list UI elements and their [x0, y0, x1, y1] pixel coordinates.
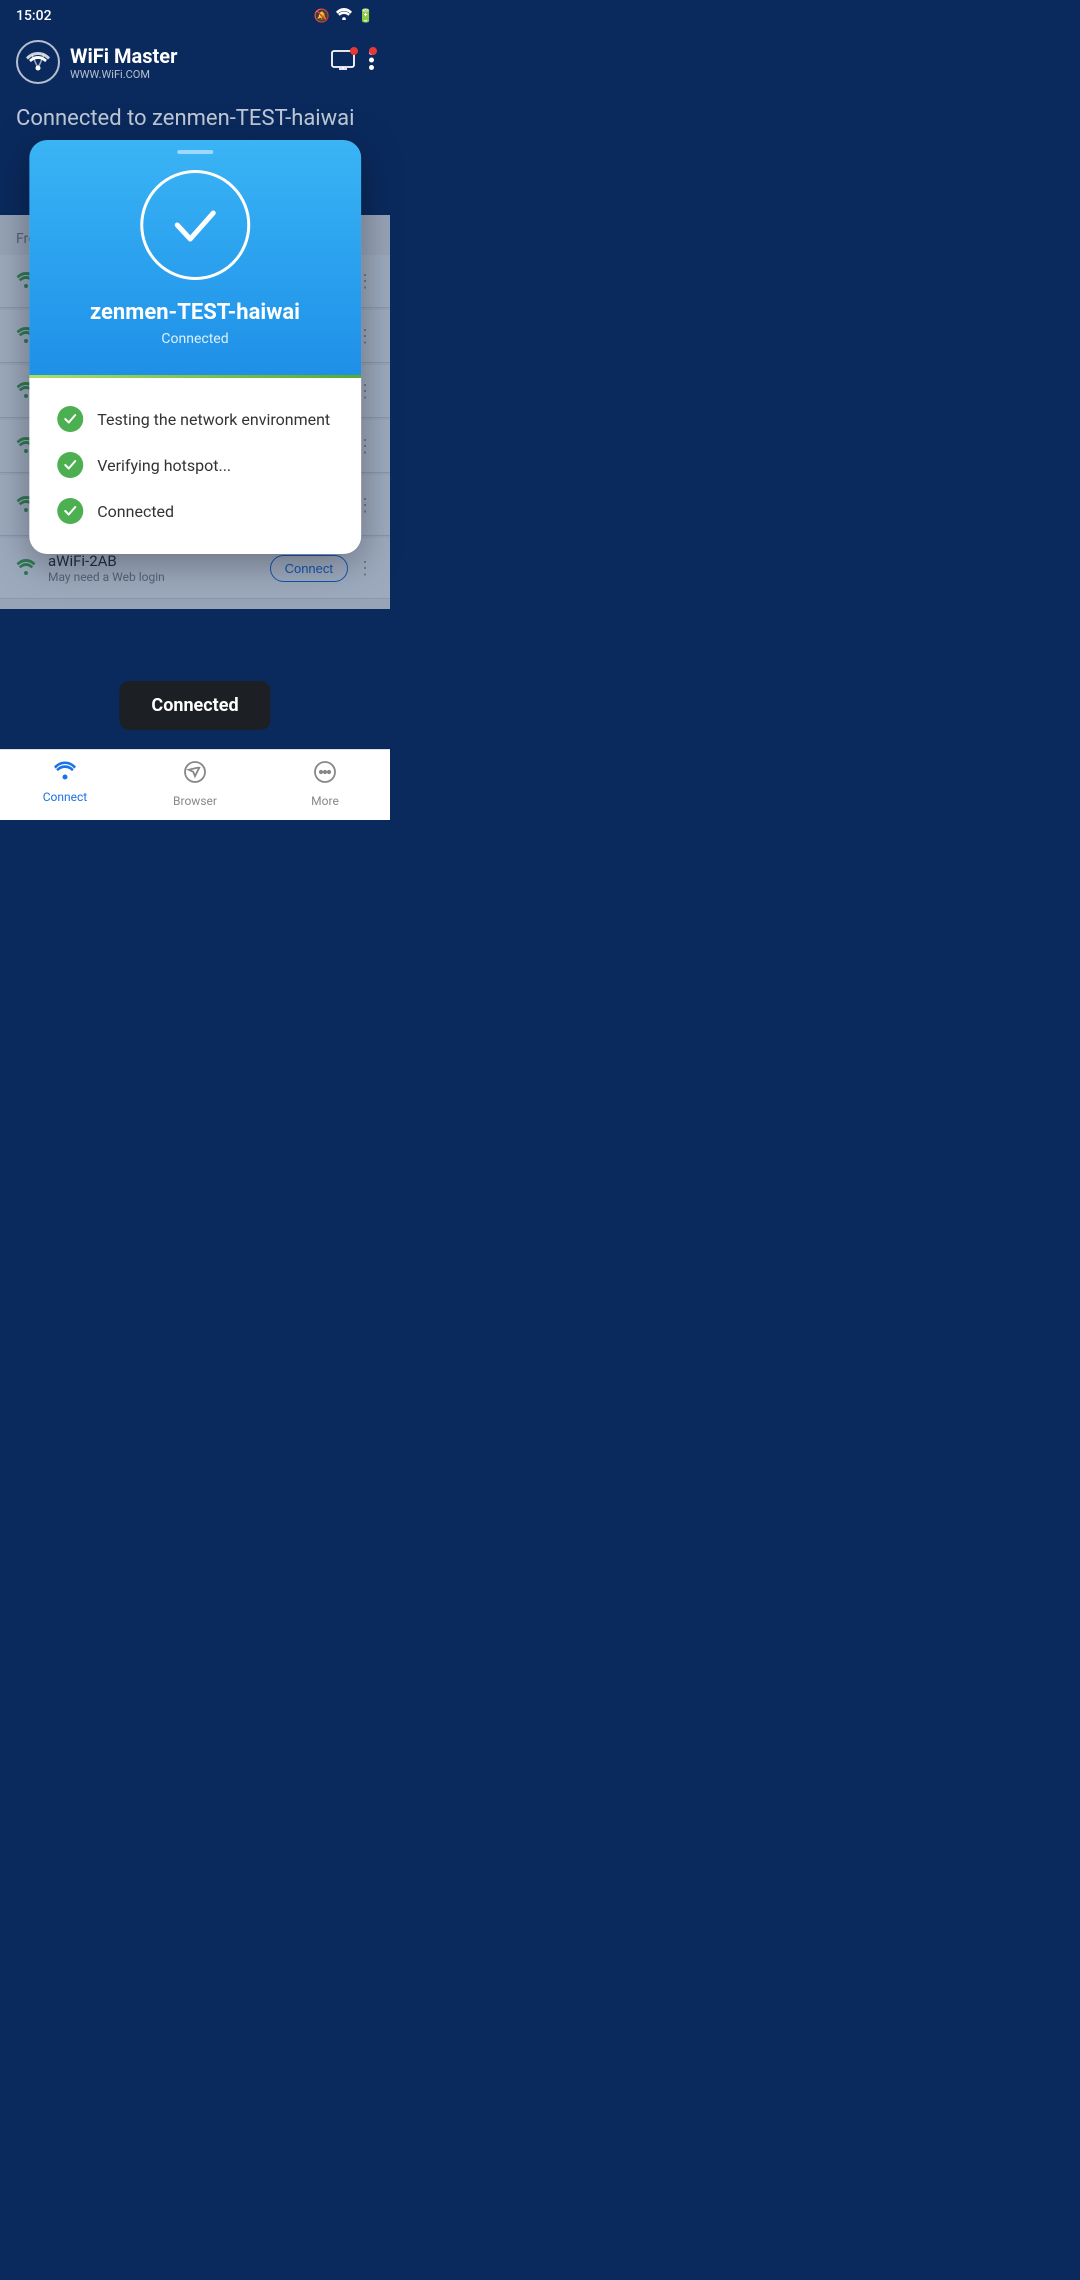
modal-bottom: Testing the network environment Verifyin…	[29, 378, 361, 554]
connected-banner-text: Connected to zenmen-TEST-haiwai	[16, 106, 355, 131]
nav-label-browser: Browser	[173, 794, 217, 808]
screencast-icon[interactable]	[331, 50, 355, 75]
nav-label-more: More	[311, 794, 339, 808]
modal-drag-handle[interactable]	[177, 150, 213, 154]
wifi-status-icon	[336, 8, 352, 24]
more-nav-icon	[313, 760, 337, 790]
check-icon-2	[57, 452, 83, 478]
app-header-right	[331, 50, 374, 75]
bottom-nav: Connect Browser More	[0, 749, 390, 820]
checkmark-circle	[140, 170, 250, 280]
nav-label-connect: Connect	[43, 790, 87, 804]
status-icons: 🔕 🔋	[314, 8, 374, 24]
app-title-block: WiFi Master WWW.WiFi.COM	[70, 44, 177, 81]
wifi-nav-icon	[53, 760, 77, 786]
status-bar: 15:02 🔕 🔋	[0, 0, 390, 32]
status-time: 15:02	[16, 8, 52, 24]
app-subtitle: WWW.WiFi.COM	[70, 68, 177, 81]
app-header: WiFi Master WWW.WiFi.COM	[0, 32, 390, 96]
modal-connected-status: Connected	[161, 331, 228, 347]
toast-label: Connected	[151, 695, 238, 716]
wifi-signal-awifi	[16, 556, 36, 580]
more-vert-icon[interactable]	[369, 50, 374, 75]
app-header-left: WiFi Master WWW.WiFi.COM	[16, 40, 177, 84]
check-label-3: Connected	[97, 502, 174, 521]
connected-toast: Connected	[119, 681, 270, 730]
modal-top: zenmen-TEST-haiwai Connected	[29, 140, 361, 375]
compass-nav-icon	[183, 760, 207, 790]
connection-modal: zenmen-TEST-haiwai Connected Testing the…	[29, 140, 361, 554]
check-label-2: Verifying hotspot...	[97, 456, 231, 475]
wifi-name-awifi: aWiFi-2AB	[48, 552, 270, 570]
check-label-1: Testing the network environment	[97, 410, 330, 429]
nav-item-browser[interactable]: Browser	[130, 750, 260, 820]
check-icon-1	[57, 406, 83, 432]
check-item-2: Verifying hotspot...	[57, 452, 333, 478]
check-item-1: Testing the network environment	[57, 406, 333, 432]
check-item-3: Connected	[57, 498, 333, 524]
app-logo	[16, 40, 60, 84]
nav-item-connect[interactable]: Connect	[0, 750, 130, 820]
three-dot-awifi[interactable]: ⋮	[356, 558, 374, 579]
app-title: WiFi Master	[70, 44, 177, 68]
check-icon-3	[57, 498, 83, 524]
modal-network-name: zenmen-TEST-haiwai	[90, 300, 300, 325]
connect-button-awifi[interactable]: Connect	[270, 555, 348, 582]
battery-icon: 🔋	[358, 9, 374, 24]
nav-item-more[interactable]: More	[260, 750, 390, 820]
wifi-sub-awifi: May need a Web login	[48, 570, 270, 584]
vibrate-icon: 🔕	[314, 9, 330, 24]
